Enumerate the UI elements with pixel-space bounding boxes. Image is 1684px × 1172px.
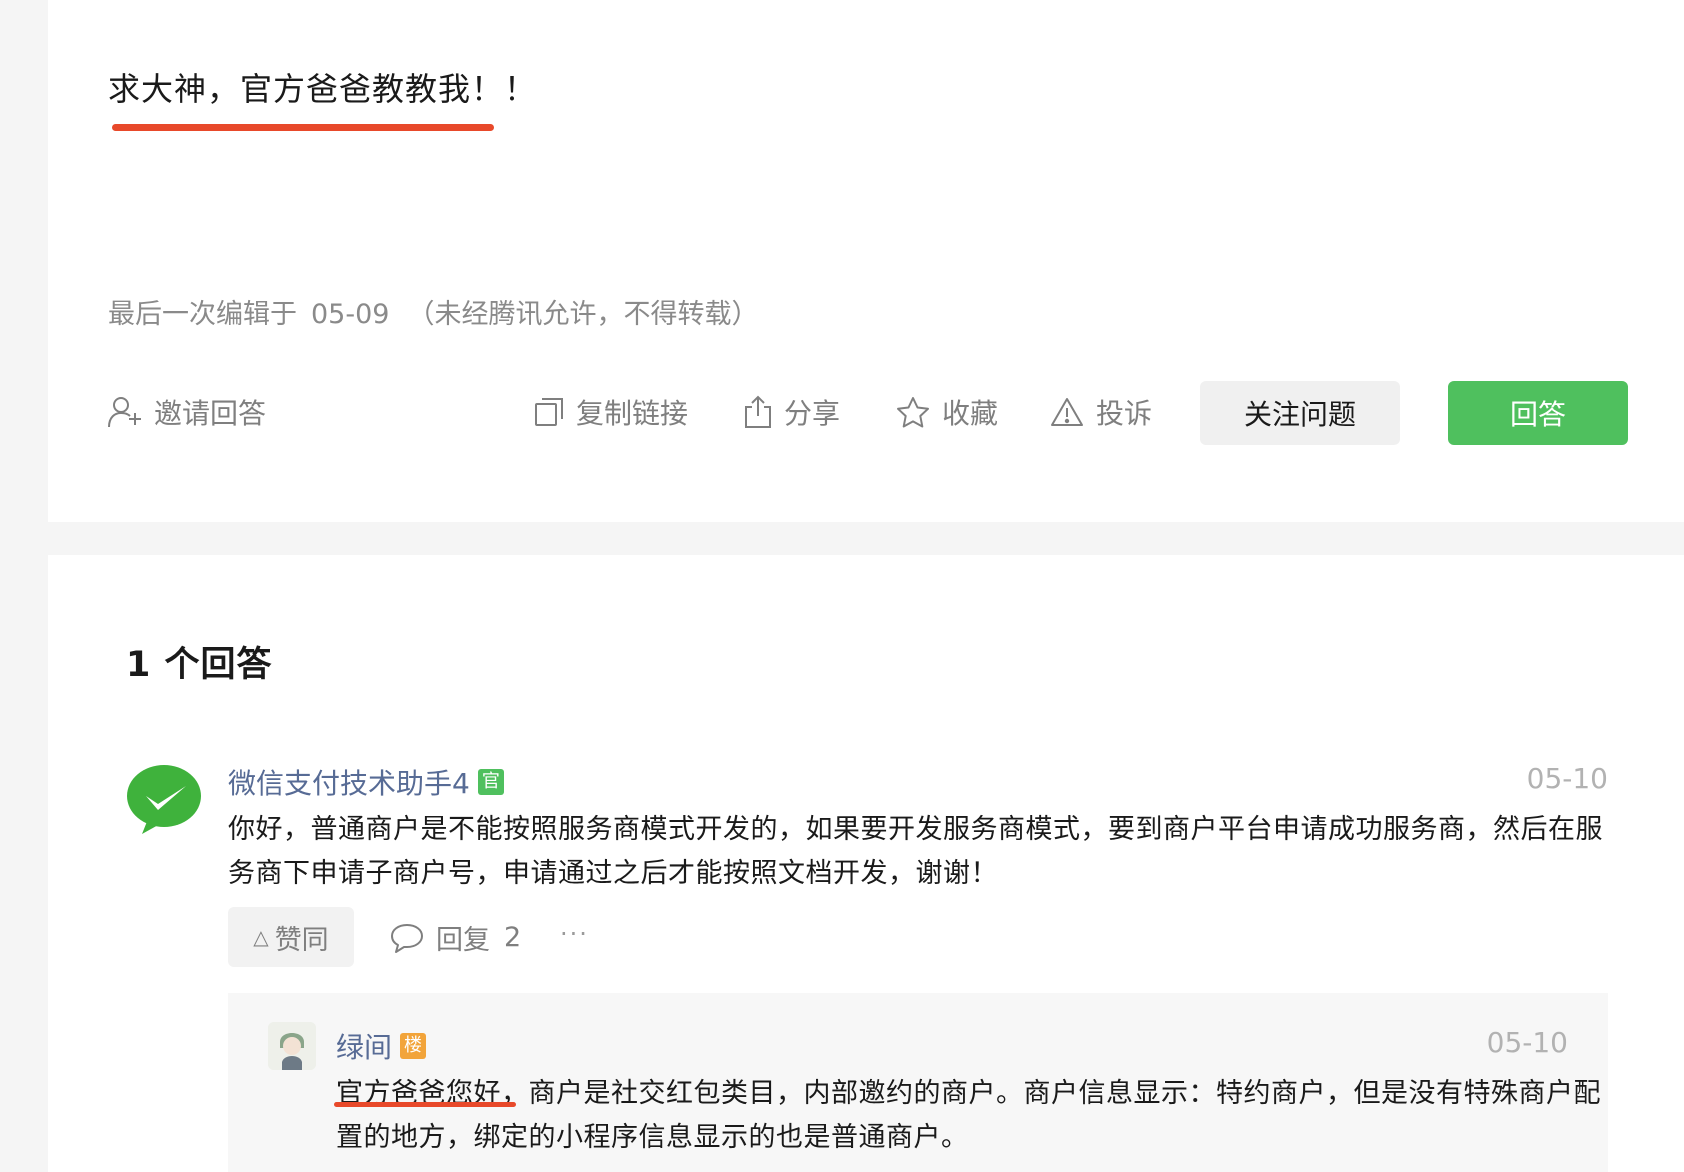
answer-date: 05-10: [1526, 762, 1608, 795]
red-underline-annotation: [112, 124, 494, 131]
reply-author[interactable]: 绿间 楼: [336, 1026, 427, 1066]
invite-answer-button[interactable]: 邀请回答: [108, 392, 266, 432]
official-badge: 官: [477, 769, 504, 795]
like-label: 赞同: [274, 924, 329, 956]
copy-link-label: 复制链接: [576, 397, 689, 430]
edit-info: 最后一次编辑于 05-09 （未经腾讯允许，不得转载）: [108, 292, 758, 331]
follow-question-button[interactable]: 关注问题: [1200, 381, 1400, 445]
avatar-user[interactable]: [268, 1022, 316, 1070]
share-label: 分享: [784, 397, 841, 430]
copyright-note: （未经腾讯允许，不得转载）: [407, 299, 759, 330]
answers-count-heading: 1 个回答: [126, 645, 273, 685]
favorite-button[interactable]: 收藏: [896, 392, 998, 432]
wechat-pay-logo-icon[interactable]: [124, 758, 208, 842]
answer-author[interactable]: 微信支付技术助手4 官: [228, 762, 504, 802]
copy-link-button[interactable]: 复制链接: [534, 392, 688, 432]
reply-body: 官方爸爸您好，商户是社交红包类目，内部邀约的商户。商户信息显示：特约商户，但是没…: [336, 1078, 1601, 1153]
triangle-up-icon: △: [253, 925, 269, 949]
invite-label: 邀请回答: [154, 397, 267, 430]
answer-body: 你好，普通商户是不能按照服务商模式开发的，如果要开发服务商模式，要到商户平台申请…: [228, 814, 1603, 889]
reply-button[interactable]: 回复 2: [390, 918, 521, 957]
edit-prefix: 最后一次编辑于: [108, 299, 297, 330]
answer-button[interactable]: 回答: [1448, 381, 1628, 445]
reply-author-name[interactable]: 绿间: [336, 1026, 392, 1066]
red-underline-annotation: [334, 1102, 516, 1107]
floor-badge: 楼: [400, 1033, 427, 1059]
favorite-label: 收藏: [942, 397, 999, 430]
more-options-button[interactable]: ···: [560, 920, 589, 948]
comment-icon: [391, 923, 423, 953]
copy-icon: [535, 398, 563, 426]
reply-label: 回复: [436, 925, 490, 956]
report-label: 投诉: [1096, 397, 1153, 430]
reply-count: 2: [504, 922, 522, 953]
warning-icon: [1051, 398, 1083, 426]
report-button[interactable]: 投诉: [1050, 392, 1152, 432]
question-title: 求大神，官方爸爸教教我！！: [108, 70, 538, 108]
like-button[interactable]: △ 赞同: [228, 907, 354, 967]
share-icon: [745, 395, 771, 428]
answer-author-name[interactable]: 微信支付技术助手4: [228, 762, 470, 802]
edit-date: 05-09: [311, 299, 390, 330]
reply-date: 05-10: [1486, 1026, 1568, 1059]
share-button[interactable]: 分享: [744, 392, 840, 432]
star-icon: [897, 397, 929, 428]
add-user-icon: [108, 397, 141, 428]
